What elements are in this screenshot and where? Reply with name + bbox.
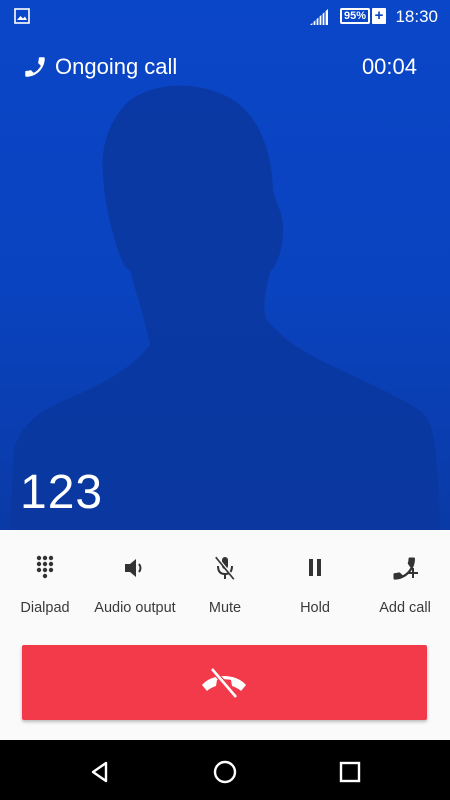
battery-icon: 95% + <box>340 8 387 24</box>
mute-label: Mute <box>208 600 242 616</box>
hold-button[interactable]: Hold <box>270 530 360 640</box>
battery-percent: 95% <box>340 8 371 24</box>
speaker-icon <box>125 559 142 577</box>
add-call-icon <box>393 557 418 580</box>
call-background: 95% + 18:30 Ongoing call 00:04 123 <box>0 0 450 530</box>
mute-button[interactable]: Mute <box>180 530 270 640</box>
call-header: Ongoing call 00:04 <box>0 50 450 84</box>
status-bar: 95% + 18:30 <box>0 0 450 34</box>
caller-number: 123 <box>20 466 104 519</box>
signal-icon <box>310 9 328 25</box>
mic-off-icon <box>215 555 236 580</box>
add-call-button[interactable]: Add call <box>360 530 450 640</box>
call-state: Ongoing call <box>55 54 178 79</box>
dialpad-button[interactable]: Dialpad <box>0 530 90 640</box>
gallery-icon <box>14 8 30 24</box>
home-icon[interactable] <box>211 758 239 786</box>
end-call-button[interactable] <box>22 645 427 720</box>
navigation-bar <box>0 740 450 800</box>
call-controls-row: Dialpad Audio output Mute Hold Add call <box>0 530 450 640</box>
hold-label: Hold <box>300 600 330 616</box>
back-icon[interactable] <box>86 758 114 786</box>
status-clock: 18:30 <box>395 7 438 26</box>
phone-icon <box>25 57 45 77</box>
pause-icon <box>309 559 321 576</box>
call-timer: 00:04 <box>361 54 417 79</box>
add-call-label: Add call <box>379 600 431 616</box>
end-call-icon <box>202 667 246 699</box>
dialpad-label: Dialpad <box>20 600 70 616</box>
charging-indicator: + <box>372 8 387 24</box>
audio-output-button[interactable]: Audio output <box>90 530 180 640</box>
audio-output-label: Audio output <box>94 600 176 616</box>
recents-icon[interactable] <box>336 758 364 786</box>
dialpad-icon <box>36 555 54 579</box>
call-controls-panel: Dialpad Audio output Mute Hold Add call <box>0 530 450 740</box>
